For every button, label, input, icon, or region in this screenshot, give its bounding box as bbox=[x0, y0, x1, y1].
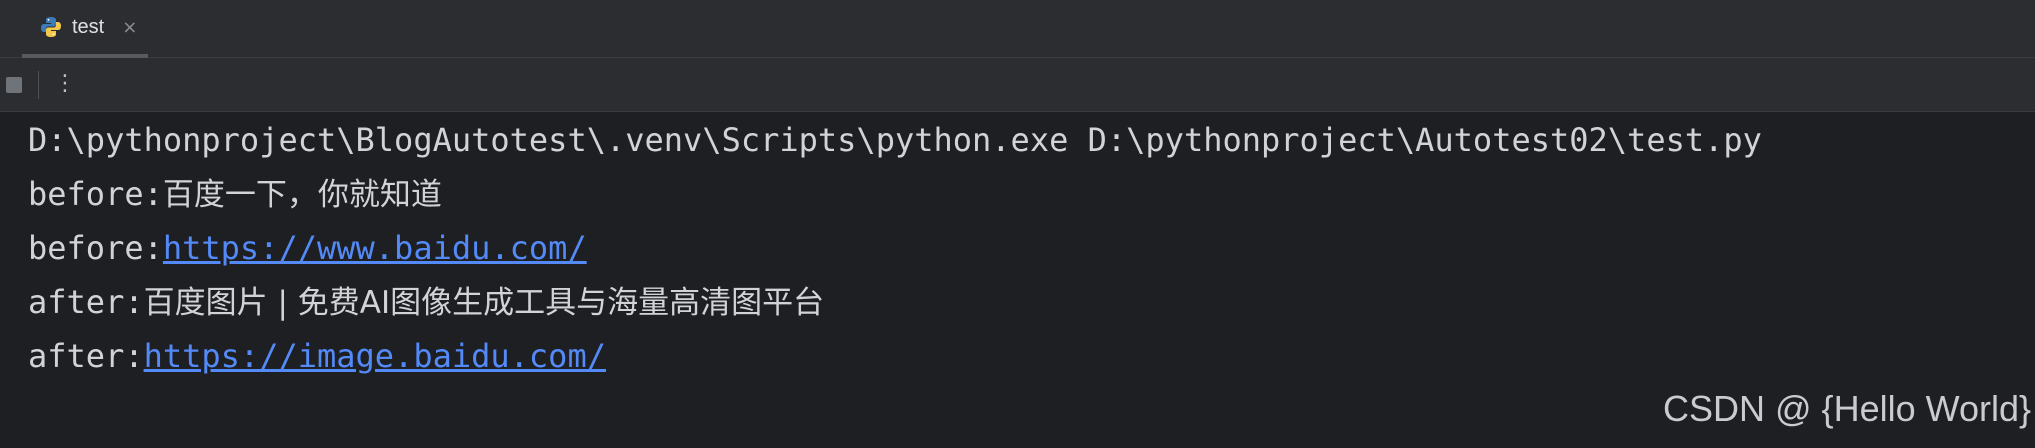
more-options-icon[interactable]: ⋮ bbox=[54, 70, 76, 98]
title-value: 百度图片 | 免费AI图像生成工具与海量高清图平台 bbox=[143, 285, 825, 321]
line-prefix: before: bbox=[28, 175, 163, 213]
console-line-command: D:\pythonproject\BlogAutotest\.venv\Scri… bbox=[28, 121, 1762, 159]
tool-window-tabbar: test × bbox=[0, 0, 2035, 58]
line-prefix: after: bbox=[28, 337, 144, 375]
title-value: 百度一下，你就知道 bbox=[162, 177, 442, 213]
stop-icon[interactable] bbox=[6, 77, 22, 93]
console-line-before-title: before:百度一下，你就知道 bbox=[28, 174, 442, 214]
python-icon bbox=[40, 16, 62, 38]
url-link[interactable]: https://image.baidu.com/ bbox=[144, 337, 606, 375]
console-toolbar: ⋮ bbox=[0, 58, 2035, 112]
line-prefix: after: bbox=[28, 283, 144, 321]
console-line-after-title: after:百度图片 | 免费AI图像生成工具与海量高清图平台 bbox=[28, 282, 824, 322]
tab-label: test bbox=[72, 15, 105, 38]
close-tab-icon[interactable]: × bbox=[122, 17, 137, 38]
console-line-before-url: before:https://www.baidu.com/ bbox=[28, 228, 587, 268]
csdn-watermark: CSDN @ {Hello World} bbox=[1663, 388, 2031, 429]
url-link[interactable]: https://www.baidu.com/ bbox=[163, 229, 587, 267]
line-prefix: before: bbox=[28, 229, 163, 267]
console-line-after-url: after:https://image.baidu.com/ bbox=[28, 336, 606, 376]
tab-test[interactable]: test × bbox=[22, 0, 148, 58]
toolbar-divider bbox=[38, 71, 39, 99]
